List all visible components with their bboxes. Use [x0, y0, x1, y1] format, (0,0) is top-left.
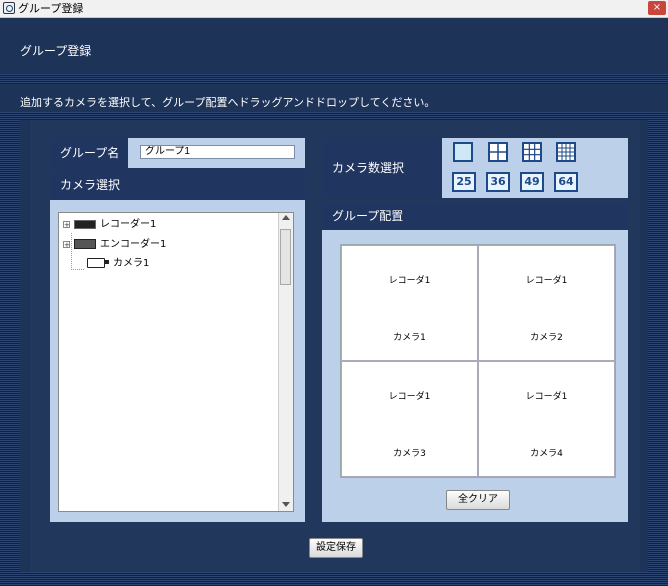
- cell-recorder-label: レコーダ1: [388, 276, 431, 286]
- camera-icon: [87, 258, 109, 268]
- layout-49-button[interactable]: 49: [520, 172, 544, 192]
- close-icon[interactable]: ×: [648, 1, 666, 15]
- group-name-input[interactable]: [140, 145, 295, 159]
- layout-25-button[interactable]: 25: [452, 172, 476, 192]
- instruction-text: 追加するカメラを選択して、グループ配置へドラッグアンドドロップしてください。: [20, 96, 436, 109]
- layout-1-icon: [455, 144, 471, 160]
- tree-item-label: カメラ1: [113, 258, 150, 269]
- cell-camera-label: カメラ4: [530, 449, 563, 459]
- layout-4-icon: [490, 144, 506, 160]
- cell-recorder-label: レコーダ1: [388, 392, 431, 402]
- arrangement-cell[interactable]: レコーダ1 カメラ2: [478, 245, 615, 361]
- tree-scrollbar[interactable]: [278, 213, 293, 511]
- expand-icon[interactable]: +: [63, 220, 70, 228]
- window-title: グループ登録: [18, 2, 84, 15]
- tree-item-camera[interactable]: カメラ1: [87, 256, 149, 272]
- camera-count-label: カメラ数選択: [322, 138, 442, 198]
- layout-16-button[interactable]: [556, 142, 576, 162]
- layout-1-button[interactable]: [453, 142, 473, 162]
- tree-item-recorder[interactable]: + レコーダー1: [63, 217, 156, 233]
- arrangement-cell[interactable]: レコーダ1 カメラ4: [478, 361, 615, 477]
- arrangement-cell[interactable]: レコーダ1 カメラ3: [341, 361, 478, 477]
- expand-icon[interactable]: +: [63, 240, 70, 248]
- save-settings-button[interactable]: 設定保存: [309, 538, 363, 558]
- arrangement-grid: レコーダ1 カメラ1 レコーダ1 カメラ2 レコーダ1 カメラ3 レコーダ1 カ…: [340, 244, 616, 478]
- layout-64-button[interactable]: 64: [554, 172, 578, 192]
- cell-recorder-label: レコーダ1: [525, 392, 568, 402]
- group-name-label: グループ名: [50, 138, 128, 168]
- app-icon: [3, 2, 15, 14]
- layout-36-button[interactable]: 36: [486, 172, 510, 192]
- tree-item-encoder[interactable]: + エンコーダー1: [63, 237, 166, 253]
- scroll-up-icon[interactable]: [282, 215, 290, 220]
- scroll-thumb[interactable]: [280, 229, 291, 285]
- camera-tree[interactable]: + レコーダー1 + エンコーダー1 カメラ1: [58, 212, 294, 512]
- cell-camera-label: カメラ2: [530, 333, 563, 343]
- page-title: グループ登録: [20, 44, 92, 58]
- bottom-stripes: [0, 572, 668, 586]
- scroll-down-icon[interactable]: [282, 502, 290, 507]
- clear-all-button[interactable]: 全クリア: [446, 490, 510, 510]
- encoder-icon: [74, 239, 96, 249]
- window-titlebar: グループ登録 ×: [0, 0, 668, 18]
- instruction-divider-stripes: [0, 112, 668, 120]
- group-arrangement-header: グループ配置: [322, 203, 628, 229]
- layout-9-button[interactable]: [522, 142, 542, 162]
- tree-item-label: エンコーダー1: [100, 239, 167, 250]
- arrangement-cell[interactable]: レコーダ1 カメラ1: [341, 245, 478, 361]
- layout-16-icon: [558, 144, 574, 160]
- layout-4-button[interactable]: [488, 142, 508, 162]
- tree-item-label: レコーダー1: [100, 219, 157, 230]
- cell-camera-label: カメラ1: [393, 333, 426, 343]
- cell-camera-label: カメラ3: [393, 449, 426, 459]
- right-edge-stripes: [648, 116, 668, 586]
- page-header: グループ登録: [0, 18, 668, 74]
- recorder-icon: [74, 219, 96, 229]
- camera-select-header: カメラ選択: [50, 170, 305, 200]
- left-edge-stripes: [0, 116, 20, 586]
- layout-9-icon: [524, 144, 540, 160]
- tree-line: [71, 269, 85, 270]
- cell-recorder-label: レコーダ1: [525, 276, 568, 286]
